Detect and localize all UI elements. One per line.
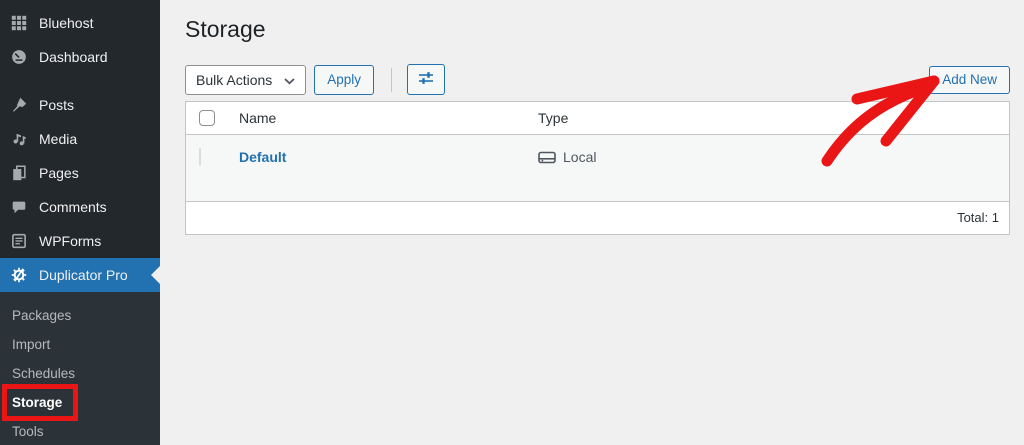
select-all-checkbox[interactable]: [199, 110, 215, 126]
filter-button[interactable]: [407, 64, 446, 95]
table-row: Default Local: [186, 135, 1009, 201]
sidebar-item-comments[interactable]: Comments: [0, 190, 160, 224]
submenu-item-tools[interactable]: Tools: [0, 417, 160, 445]
pages-icon: [9, 163, 29, 183]
drive-icon: [538, 150, 556, 168]
chevron-down-icon: [284, 72, 295, 88]
row-name-cell: Default: [230, 135, 538, 201]
sidebar-item-label: Posts: [39, 97, 75, 113]
page-title: Storage: [185, 16, 266, 42]
column-header-name: Name: [239, 110, 277, 126]
submenu-item-label: Schedules: [12, 366, 76, 381]
sidebar-item-label: Pages: [39, 165, 79, 181]
submenu-item-packages[interactable]: Packages: [0, 301, 160, 330]
sidebar-item-label: Comments: [39, 199, 107, 215]
storage-name-link[interactable]: Default: [239, 149, 286, 165]
form-icon: [9, 231, 29, 251]
bulk-actions-label: Bulk Actions: [196, 71, 273, 88]
table-header-row: Name Type: [186, 102, 1009, 135]
sidebar-item-pages[interactable]: Pages: [0, 156, 160, 190]
submenu-item-import[interactable]: Import: [0, 330, 160, 359]
list-toolbar: Bulk Actions Apply Add New: [185, 64, 1010, 95]
submenu-item-storage[interactable]: Storage: [0, 384, 160, 421]
menu-separator: [0, 74, 160, 88]
submenu-item-label: Storage: [12, 395, 63, 410]
sidebar-item-wpforms[interactable]: WPForms: [0, 224, 160, 258]
storage-list-table: Name Type Default Local Total: 1: [185, 101, 1010, 235]
sidebar-item-label: Dashboard: [39, 49, 108, 65]
bulk-actions-select[interactable]: Bulk Actions: [185, 64, 307, 95]
submenu-item-schedules[interactable]: Schedules: [0, 359, 160, 388]
column-header-type: Type: [538, 110, 569, 126]
comments-icon: [9, 197, 29, 217]
submenu-item-label: Import: [12, 337, 51, 352]
sidebar-item-label: WPForms: [39, 233, 102, 249]
sidebar-item-dashboard[interactable]: Dashboard: [0, 40, 160, 74]
toolbar-divider: [391, 67, 393, 92]
apply-button[interactable]: Apply: [314, 64, 375, 95]
table-footer: Total: 1: [186, 201, 1009, 234]
sidebar-item-label: Bluehost: [39, 15, 94, 31]
submenu-item-label: Tools: [12, 424, 44, 439]
storage-type-label: Local: [563, 149, 597, 165]
main-content: Storage Bulk Actions Apply Add New Name …: [160, 0, 1024, 445]
admin-sidebar: Bluehost Dashboard Posts Media Pages Com…: [0, 0, 160, 445]
sidebar-item-media[interactable]: Media: [0, 122, 160, 156]
row-checkbox-disabled: [199, 148, 201, 166]
submenu-item-label: Packages: [12, 308, 72, 323]
wordpress-admin-screen: Bluehost Dashboard Posts Media Pages Com…: [0, 0, 1024, 445]
admin-menu: Bluehost Dashboard Posts Media Pages Com…: [0, 0, 160, 292]
pin-icon: [9, 95, 29, 115]
row-checkbox-cell: [186, 135, 230, 201]
sidebar-item-bluehost[interactable]: Bluehost: [0, 6, 160, 40]
media-icon: [9, 129, 29, 149]
dashboard-icon: [9, 47, 29, 67]
duplicator-gear-icon: [9, 265, 29, 285]
grid-icon: [9, 13, 29, 33]
row-type-cell: Local: [538, 135, 1009, 201]
sidebar-item-posts[interactable]: Posts: [0, 88, 160, 122]
filter-sliders-icon: [417, 70, 435, 89]
sidebar-item-label: Duplicator Pro: [39, 267, 128, 283]
total-count-label: Total: 1: [957, 210, 999, 225]
sidebar-item-label: Media: [39, 131, 78, 147]
sidebar-item-duplicator-pro[interactable]: Duplicator Pro: [0, 258, 160, 292]
duplicator-submenu: Packages Import Schedules Storage Tools: [0, 292, 160, 445]
add-new-button[interactable]: Add New: [929, 65, 1010, 94]
